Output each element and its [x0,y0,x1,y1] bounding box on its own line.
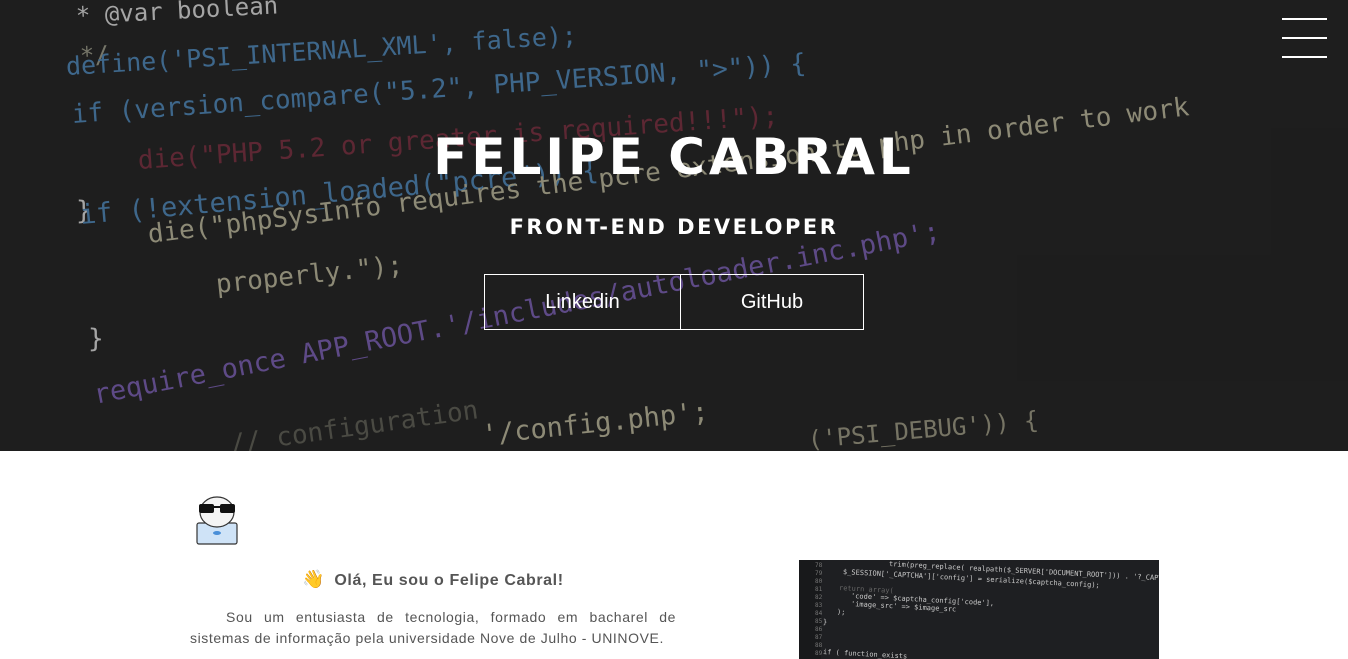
about-paragraph: Sou um entusiasta de tecnologia, formado… [190,609,676,646]
linkedin-button[interactable]: Linkedin [484,274,681,330]
wave-icon: 👋 [302,569,326,589]
hero-buttons: Linkedin GitHub [484,274,864,330]
menu-bar [1282,18,1327,20]
github-button[interactable]: GitHub [680,274,864,330]
code-line: if ( function_exists [822,648,908,659]
greeting-text: Olá, Eu sou o Felipe Cabral! [334,572,564,589]
menu-bar [1282,56,1327,58]
menu-bar [1282,37,1327,39]
code-line: } [822,618,828,627]
hero-title: FELIPE CABRAL [433,128,915,186]
hero-section: * @var boolean */ define('PSI_INTERNAL_X… [0,0,1348,451]
code-screenshot-image: 78 79 80 81 82 83 84 85 86 87 88 89 trim… [799,560,1159,659]
about-greeting: 👋 Olá, Eu sou o Felipe Cabral! [190,569,676,590]
hamburger-menu-icon[interactable] [1282,18,1327,58]
developer-avatar-icon [194,494,240,546]
hero-subtitle: FRONT-END DEVELOPER [509,215,839,239]
code-line: ); [836,608,846,617]
